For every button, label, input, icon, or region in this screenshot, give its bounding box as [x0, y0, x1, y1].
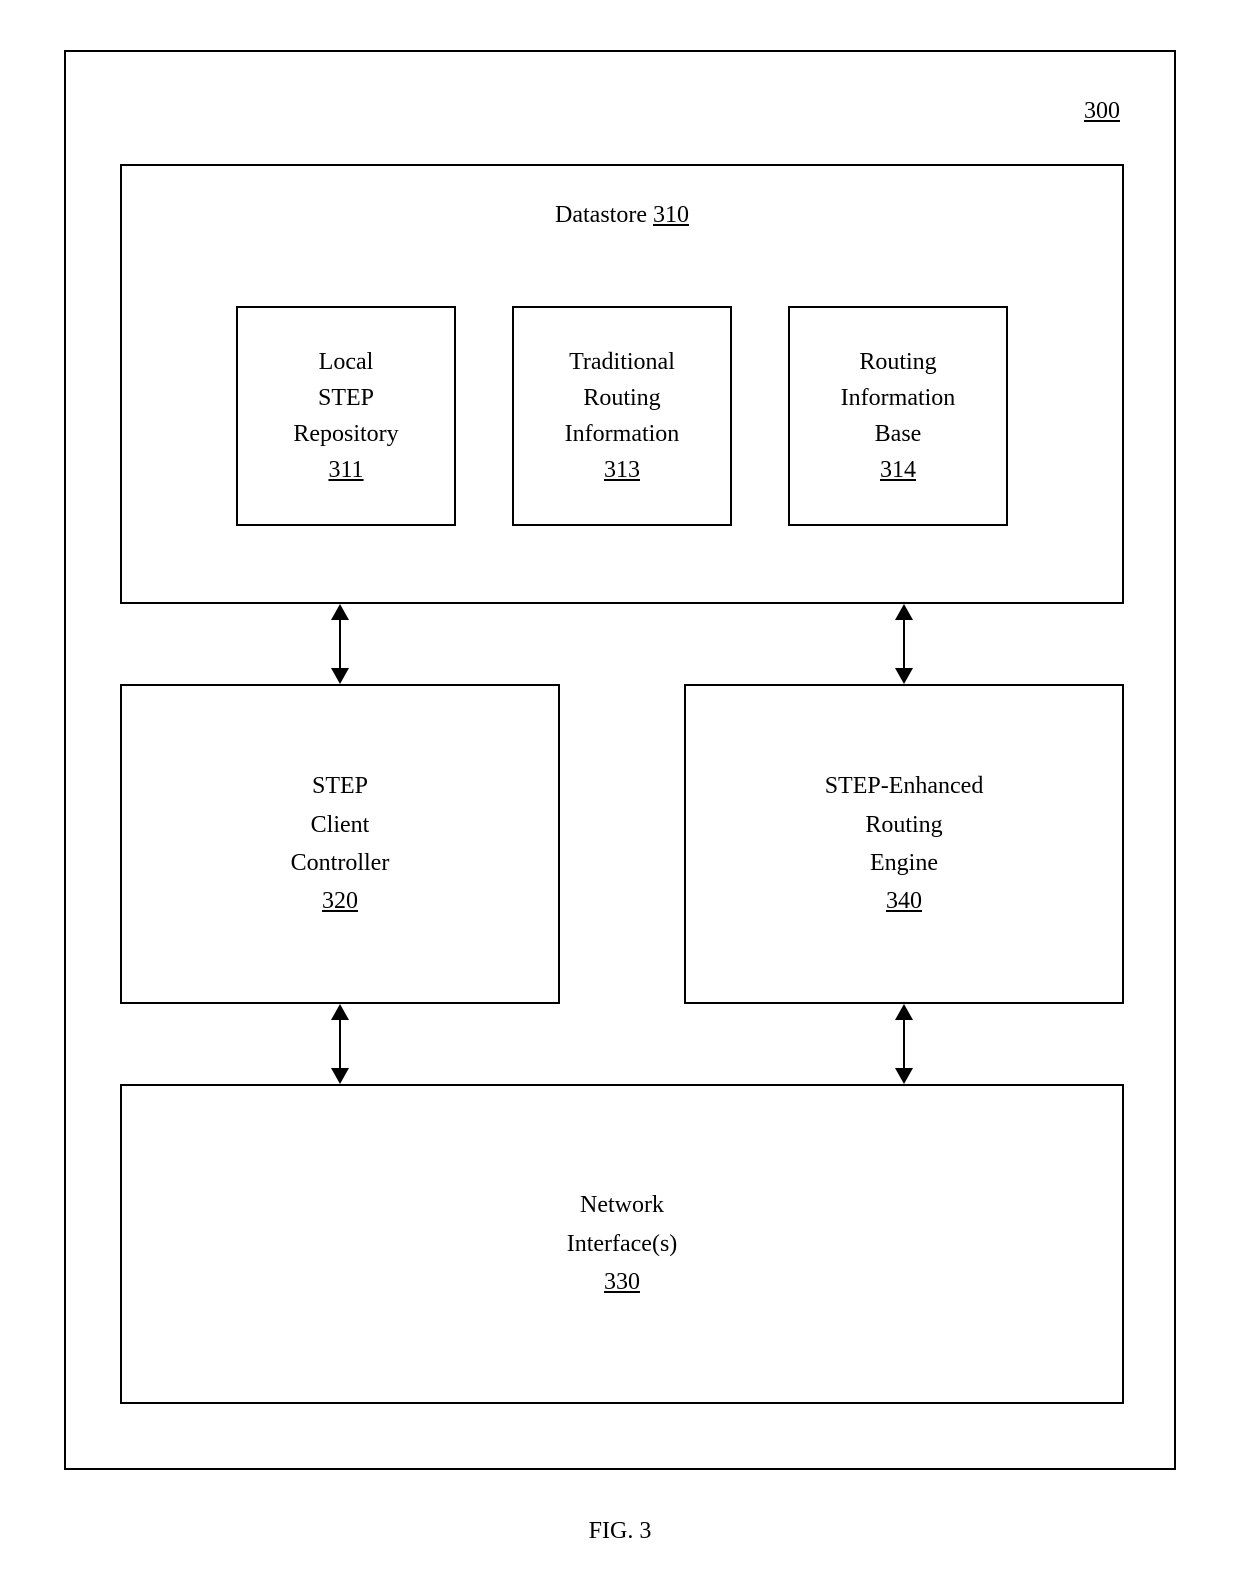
box-line: STEP-Enhanced [825, 767, 984, 805]
arrow-datastore-to-client-controller [339, 606, 341, 682]
datastore-ref: 310 [653, 202, 689, 228]
box-line: Interface(s) [567, 1225, 678, 1263]
box-line: Local [319, 344, 374, 380]
box-line: STEP [318, 380, 374, 416]
box-line: Information [841, 380, 956, 416]
middle-row: STEP Client Controller 320 STEP-Enhanced… [120, 684, 1124, 1004]
arrow-client-controller-to-network [339, 1006, 341, 1082]
figure-caption: FIG. 3 [0, 1518, 1240, 1545]
box-ref: 330 [604, 1263, 640, 1301]
box-line: Network [580, 1186, 664, 1224]
box-ref: 340 [886, 882, 922, 920]
box-line: Routing [583, 380, 660, 416]
box-line: Repository [293, 416, 398, 452]
box-ref: 313 [604, 452, 640, 488]
box-traditional-routing-info: Traditional Routing Information 313 [512, 306, 732, 526]
box-line: Routing [865, 806, 942, 844]
box-network-interfaces: Network Interface(s) 330 [120, 1084, 1124, 1404]
box-line: Controller [291, 844, 390, 882]
datastore-title-text: Datastore [555, 202, 653, 228]
arrow-routing-engine-to-network [903, 1006, 905, 1082]
box-ref: 311 [328, 452, 363, 488]
box-ref: 314 [880, 452, 916, 488]
box-line: STEP [312, 767, 368, 805]
box-line: Information [565, 416, 680, 452]
box-line: Engine [870, 844, 938, 882]
diagram-outer-frame: 300 Datastore 310 Local STEP Repository … [64, 50, 1176, 1470]
box-routing-information-base: Routing Information Base 314 [788, 306, 1008, 526]
datastore-box: Datastore 310 Local STEP Repository 311 … [120, 164, 1124, 604]
box-line: Client [311, 806, 370, 844]
box-local-step-repository: Local STEP Repository 311 [236, 306, 456, 526]
datastore-title: Datastore 310 [122, 202, 1122, 229]
box-step-client-controller: STEP Client Controller 320 [120, 684, 560, 1004]
arrow-datastore-to-routing-engine [903, 606, 905, 682]
box-step-enhanced-routing-engine: STEP-Enhanced Routing Engine 340 [684, 684, 1124, 1004]
box-line: Routing [859, 344, 936, 380]
box-line: Base [875, 416, 922, 452]
datastore-inner-row: Local STEP Repository 311 Traditional Ro… [122, 306, 1122, 526]
outer-ref-number: 300 [1084, 98, 1120, 125]
box-line: Traditional [569, 344, 675, 380]
box-ref: 320 [322, 882, 358, 920]
